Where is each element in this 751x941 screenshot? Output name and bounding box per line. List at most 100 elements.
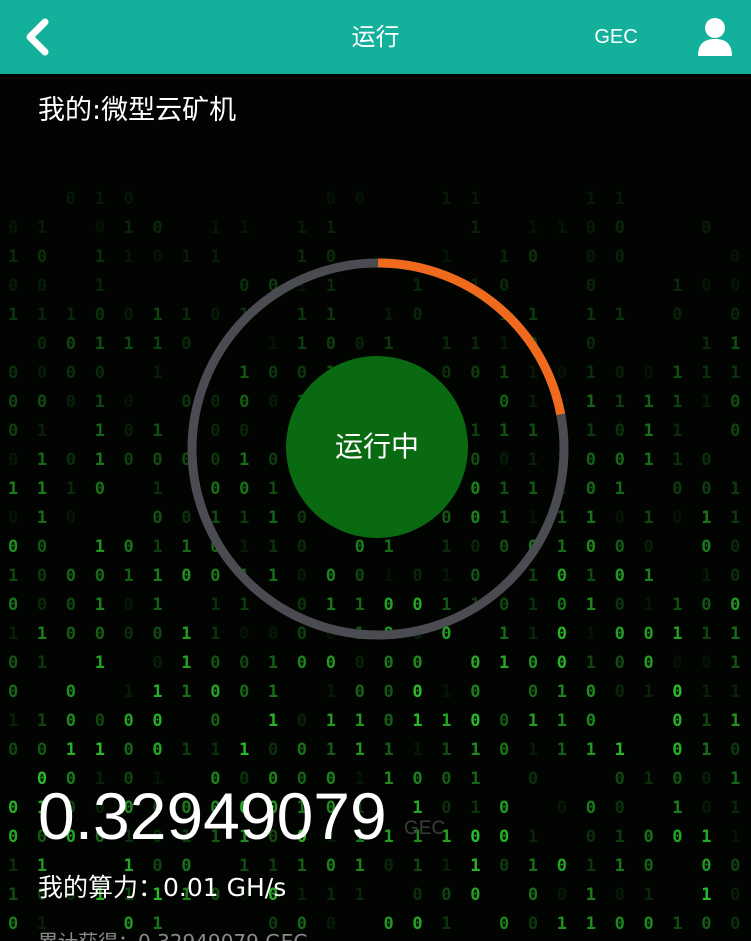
matrix-digit: 0 xyxy=(615,363,625,383)
matrix-digit: 0 xyxy=(412,914,422,934)
matrix-digit: 1 xyxy=(557,711,567,731)
matrix-digit: 0 xyxy=(124,392,134,412)
matrix-digit: 1 xyxy=(528,218,538,238)
matrix-digit: 1 xyxy=(95,392,105,412)
matrix-digit: 1 xyxy=(124,334,134,354)
matrix-digit: 1 xyxy=(730,334,740,354)
matrix-digit: 1 xyxy=(644,769,654,789)
matrix-digit: 0 xyxy=(124,537,134,557)
matrix-digit: 1 xyxy=(355,740,365,760)
matrix-digit: 1 xyxy=(730,769,740,789)
matrix-digit: 1 xyxy=(557,682,567,702)
matrix-digit: 0 xyxy=(37,537,47,557)
matrix-digit: 0 xyxy=(8,421,18,441)
matrix-digit: 1 xyxy=(412,856,422,876)
matrix-digit: 1 xyxy=(268,682,278,702)
matrix-digit: 1 xyxy=(615,856,625,876)
matrix-digit: 1 xyxy=(384,740,394,760)
matrix-digit: 0 xyxy=(672,711,682,731)
matrix-digit: 0 xyxy=(210,682,220,702)
matrix-digit: 0 xyxy=(384,682,394,702)
matrix-digit: 0 xyxy=(297,740,307,760)
matrix-digit: 1 xyxy=(615,392,625,412)
currency-selector[interactable]: GEC xyxy=(588,0,644,74)
matrix-digit: 0 xyxy=(615,595,625,615)
matrix-digit: 0 xyxy=(528,885,538,905)
matrix-digit: 1 xyxy=(355,856,365,876)
matrix-digit: 1 xyxy=(37,421,47,441)
back-button[interactable] xyxy=(18,15,58,59)
matrix-digit: 0 xyxy=(8,450,18,470)
matrix-digit: 0 xyxy=(672,305,682,325)
matrix-digit: 1 xyxy=(672,914,682,934)
matrix-digit: 1 xyxy=(37,508,47,528)
status-button[interactable]: 运行中 xyxy=(286,356,468,538)
matrix-digit: 1 xyxy=(528,740,538,760)
matrix-digit: 1 xyxy=(615,827,625,847)
matrix-digit: 1 xyxy=(268,653,278,673)
total-earned-text: 累计获得：0.32949079 GEC xyxy=(38,926,307,941)
matrix-digit: 0 xyxy=(528,682,538,702)
matrix-digit: 0 xyxy=(384,914,394,934)
matrix-digit: 1 xyxy=(181,653,191,673)
matrix-digit: 1 xyxy=(644,682,654,702)
matrix-digit: 1 xyxy=(730,363,740,383)
matrix-digit: 1 xyxy=(37,653,47,673)
matrix-digit: 0 xyxy=(586,537,596,557)
matrix-digit: 1 xyxy=(124,682,134,702)
matrix-digit: 0 xyxy=(701,218,711,238)
matrix-digit: 0 xyxy=(470,682,480,702)
matrix-digit: 0 xyxy=(730,276,740,296)
matrix-digit: 0 xyxy=(66,711,76,731)
matrix-digit: 1 xyxy=(586,421,596,441)
matrix-digit: 0 xyxy=(586,682,596,702)
matrix-digit: 1 xyxy=(644,421,654,441)
matrix-digit: 0 xyxy=(528,914,538,934)
matrix-digit: 1 xyxy=(586,653,596,673)
matrix-digit: 1 xyxy=(441,711,451,731)
matrix-digit: 1 xyxy=(8,624,18,644)
matrix-digit: 0 xyxy=(701,450,711,470)
matrix-digit: 1 xyxy=(586,856,596,876)
matrix-digit: 1 xyxy=(210,740,220,760)
matrix-digit: 1 xyxy=(355,711,365,731)
matrix-digit: 0 xyxy=(499,740,509,760)
matrix-digit: 1 xyxy=(297,885,307,905)
matrix-digit: 1 xyxy=(730,479,740,499)
matrix-digit: 0 xyxy=(701,479,711,499)
matrix-digit: 0 xyxy=(95,624,105,644)
matrix-digit: 1 xyxy=(672,450,682,470)
user-button[interactable] xyxy=(694,16,736,58)
matrix-digit: 1 xyxy=(730,508,740,528)
matrix-digit: 0 xyxy=(384,856,394,876)
matrix-digit: 1 xyxy=(528,827,538,847)
matrix-digit: 1 xyxy=(95,653,105,673)
matrix-digit: 1 xyxy=(470,218,480,238)
matrix-digit: 1 xyxy=(499,653,509,673)
matrix-digit: 1 xyxy=(701,827,711,847)
matrix-digit: 1 xyxy=(8,566,18,586)
matrix-digit: 0 xyxy=(210,653,220,673)
matrix-digit: 1 xyxy=(470,740,480,760)
hashrate-text: 我的算力：0.01 GH/s xyxy=(38,873,287,902)
matrix-digit: 1 xyxy=(528,856,538,876)
matrix-digit: 1 xyxy=(701,624,711,644)
matrix-digit: 0 xyxy=(412,682,422,702)
matrix-digit: 1 xyxy=(152,305,162,325)
matrix-digit: 0 xyxy=(66,508,76,528)
matrix-digit: 0 xyxy=(586,450,596,470)
matrix-digit: 0 xyxy=(644,537,654,557)
matrix-digit: 0 xyxy=(355,189,365,209)
matrix-digit: 1 xyxy=(701,363,711,383)
top-bar: 运行 GEC xyxy=(0,0,751,74)
matrix-digit: 0 xyxy=(586,798,596,818)
matrix-digit: 0 xyxy=(297,711,307,731)
matrix-digit: 1 xyxy=(95,537,105,557)
machine-label: 我的:微型云矿机 xyxy=(38,95,237,126)
matrix-digit: 0 xyxy=(95,218,105,238)
matrix-digit: 0 xyxy=(499,711,509,731)
matrix-digit: 1 xyxy=(672,595,682,615)
matrix-digit: 0 xyxy=(152,247,162,267)
matrix-digit: 1 xyxy=(95,189,105,209)
matrix-digit: 0 xyxy=(644,856,654,876)
